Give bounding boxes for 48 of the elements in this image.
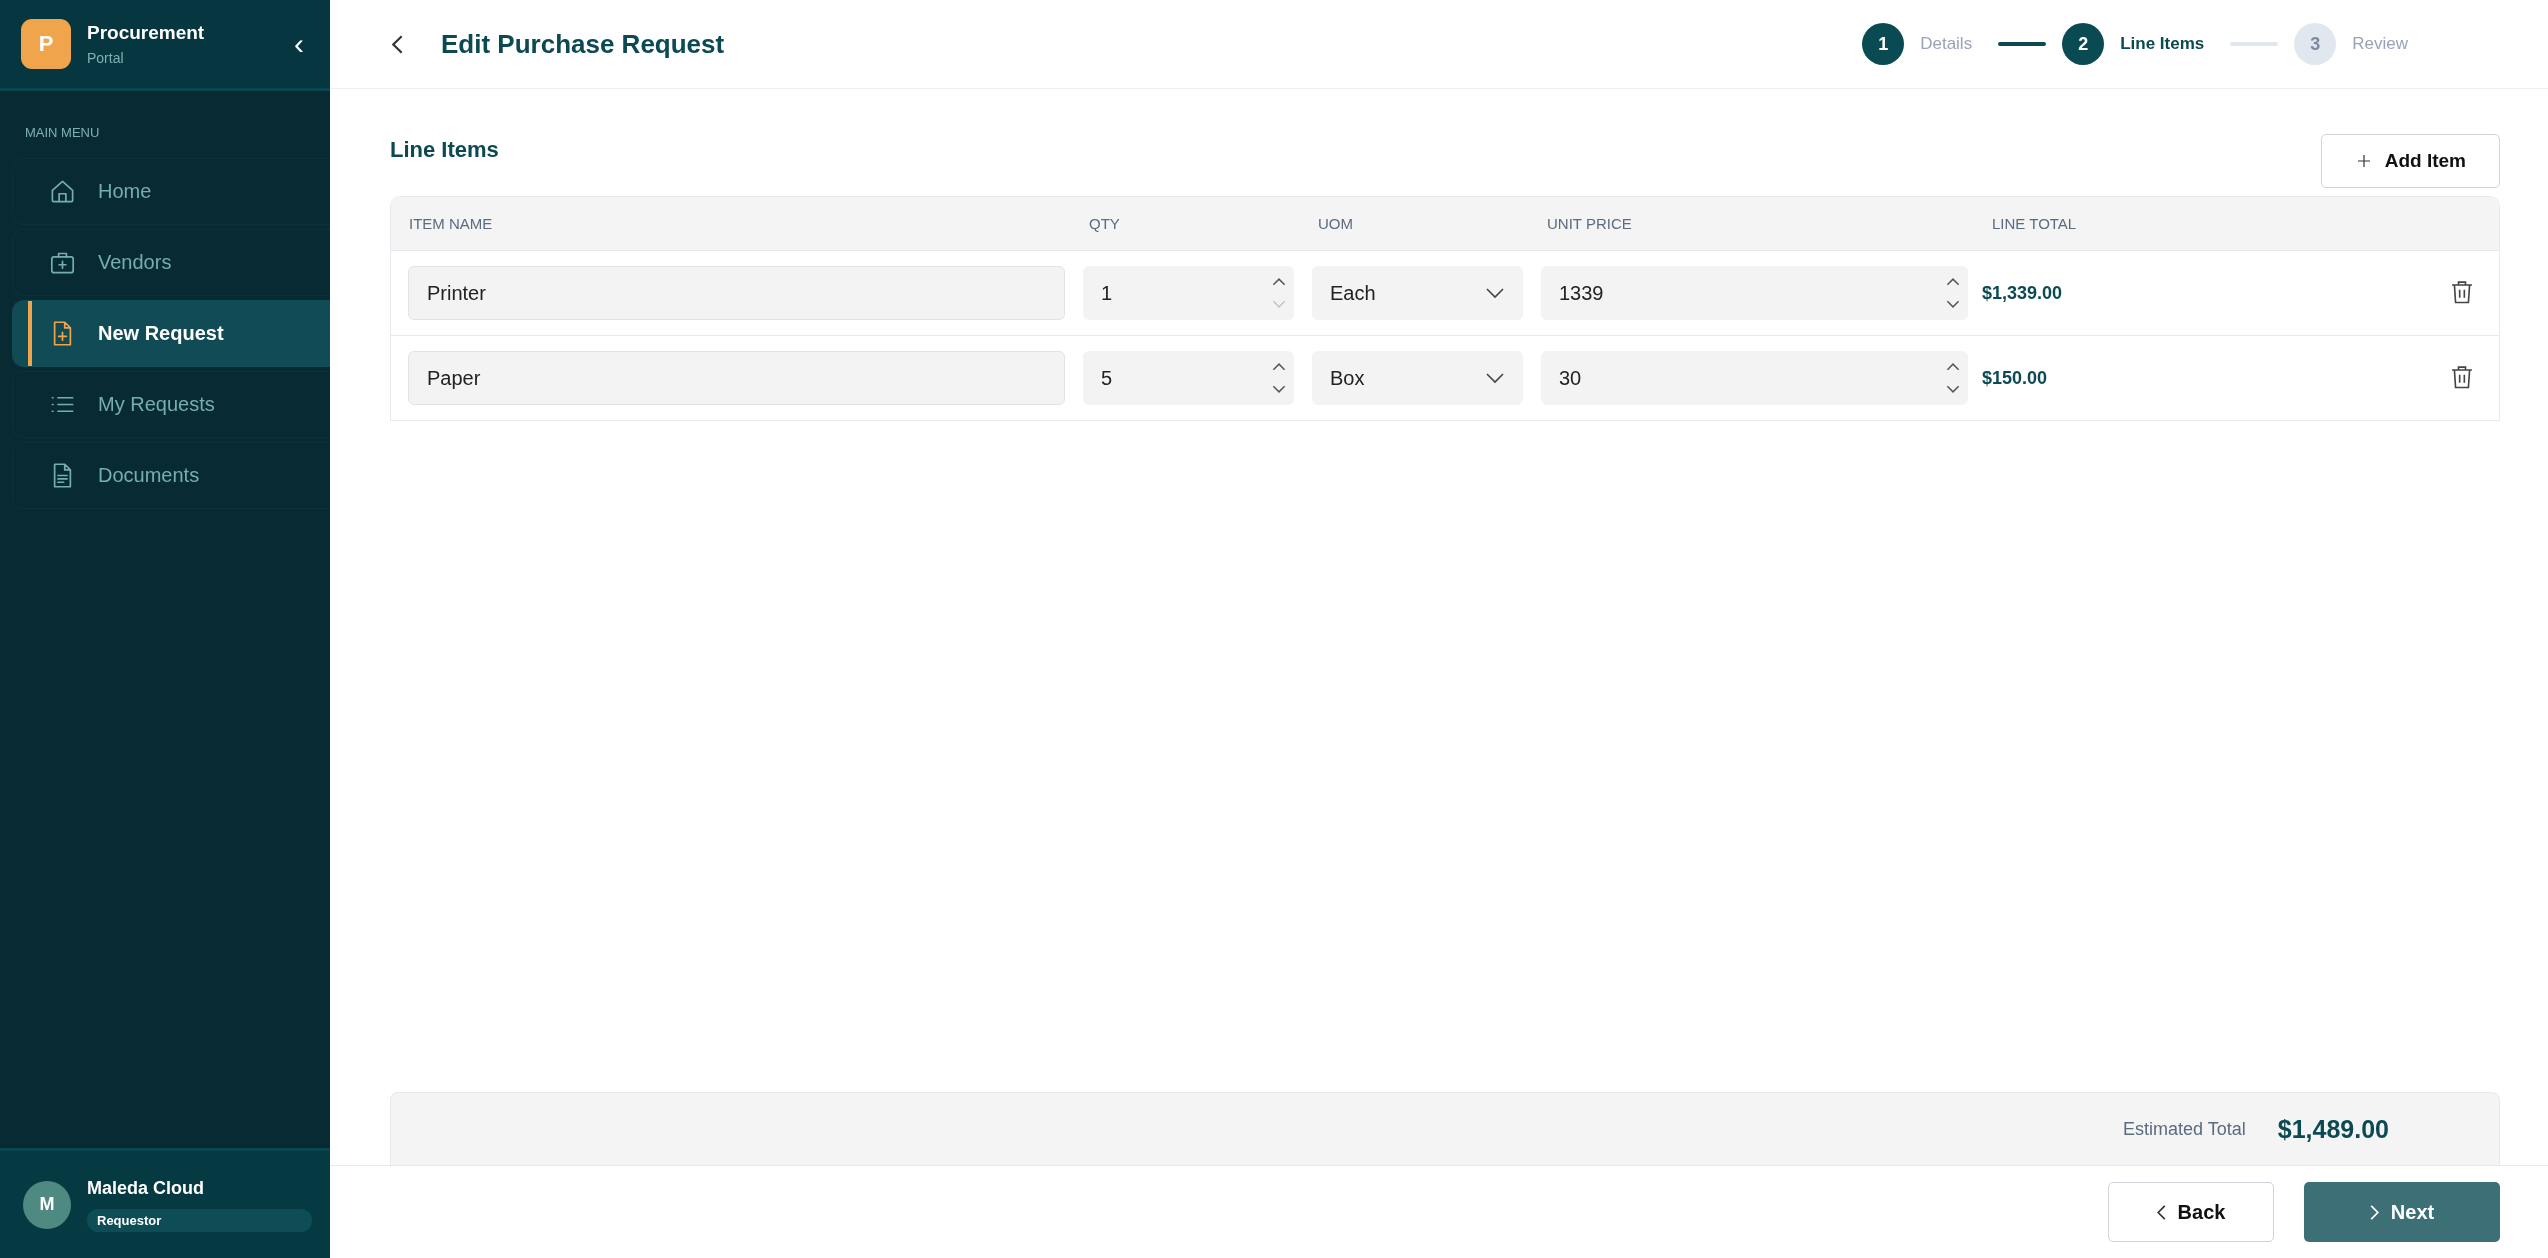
step-label: Details <box>1920 34 1973 54</box>
step-number: 2 <box>2062 23 2105 65</box>
unit-dropdown[interactable]: Each <box>1312 266 1523 320</box>
column-header: UOM <box>1317 215 1354 232</box>
menu-section-label: MAIN MENU <box>24 124 101 142</box>
chevron-left-icon <box>2156 1204 2166 1220</box>
collapse-button[interactable]: ‹ <box>288 29 310 59</box>
chevron-right-icon <box>2369 1204 2379 1220</box>
chevron-down-icon <box>1485 372 1505 384</box>
sidebar-item[interactable]: Vendors <box>12 229 330 296</box>
item-name-input[interactable]: Printer <box>408 266 1065 320</box>
unit-dropdown[interactable]: Box <box>1312 351 1523 405</box>
step-number: 3 <box>2294 23 2337 65</box>
add-item-button[interactable]: Add Item <box>2320 134 2500 188</box>
unit-price-input[interactable]: 1339 <box>1541 266 1968 320</box>
step-number: 1 <box>1862 23 1905 65</box>
app-name: Procurement <box>87 22 206 44</box>
chevron-left-icon <box>392 34 403 54</box>
item-name-input[interactable]: Paper <box>408 351 1065 405</box>
column-header: ITEM NAME <box>408 215 494 232</box>
logo-badge: P <box>21 19 71 69</box>
user-name: Maleda Cloud <box>87 1177 205 1199</box>
back-button[interactable]: Back <box>2108 1182 2274 1242</box>
back-button[interactable] <box>392 34 403 54</box>
role-badge: Requestor <box>87 1208 312 1232</box>
line-total: $150.00 <box>1981 367 2049 389</box>
home-icon <box>49 178 76 205</box>
sidebar-item[interactable]: Home <box>12 158 330 225</box>
next-button[interactable]: Next <box>2304 1182 2500 1242</box>
sidebar-item[interactable]: My Requests <box>12 371 330 438</box>
quantity-input[interactable]: 5 <box>1083 351 1294 405</box>
quantity-input[interactable]: 1 <box>1083 266 1294 320</box>
step-label: Review <box>2352 34 2408 54</box>
unit-price-input[interactable]: 30 <box>1541 351 1968 405</box>
sidebar-item[interactable]: New Request <box>12 300 330 367</box>
estimated-total-label: Estimated Total <box>2123 1118 2246 1140</box>
column-header: LINE TOTAL <box>1991 215 2078 232</box>
estimated-total-value: $1,489.00 <box>2277 1114 2389 1144</box>
sidebar-item[interactable]: Documents <box>12 442 330 509</box>
column-header: QTY <box>1088 215 1121 232</box>
page-title: Edit Purchase Request <box>441 28 726 60</box>
app-subtitle: Portal <box>87 50 125 66</box>
column-header: UNIT PRICE <box>1546 215 1633 232</box>
user-avatar: M <box>23 1180 71 1229</box>
section-title: Line Items <box>390 137 499 163</box>
line-total: $1,339.00 <box>1981 282 2064 304</box>
step-label: Line Items <box>2120 34 2205 54</box>
chevron-down-icon <box>1485 287 1505 299</box>
